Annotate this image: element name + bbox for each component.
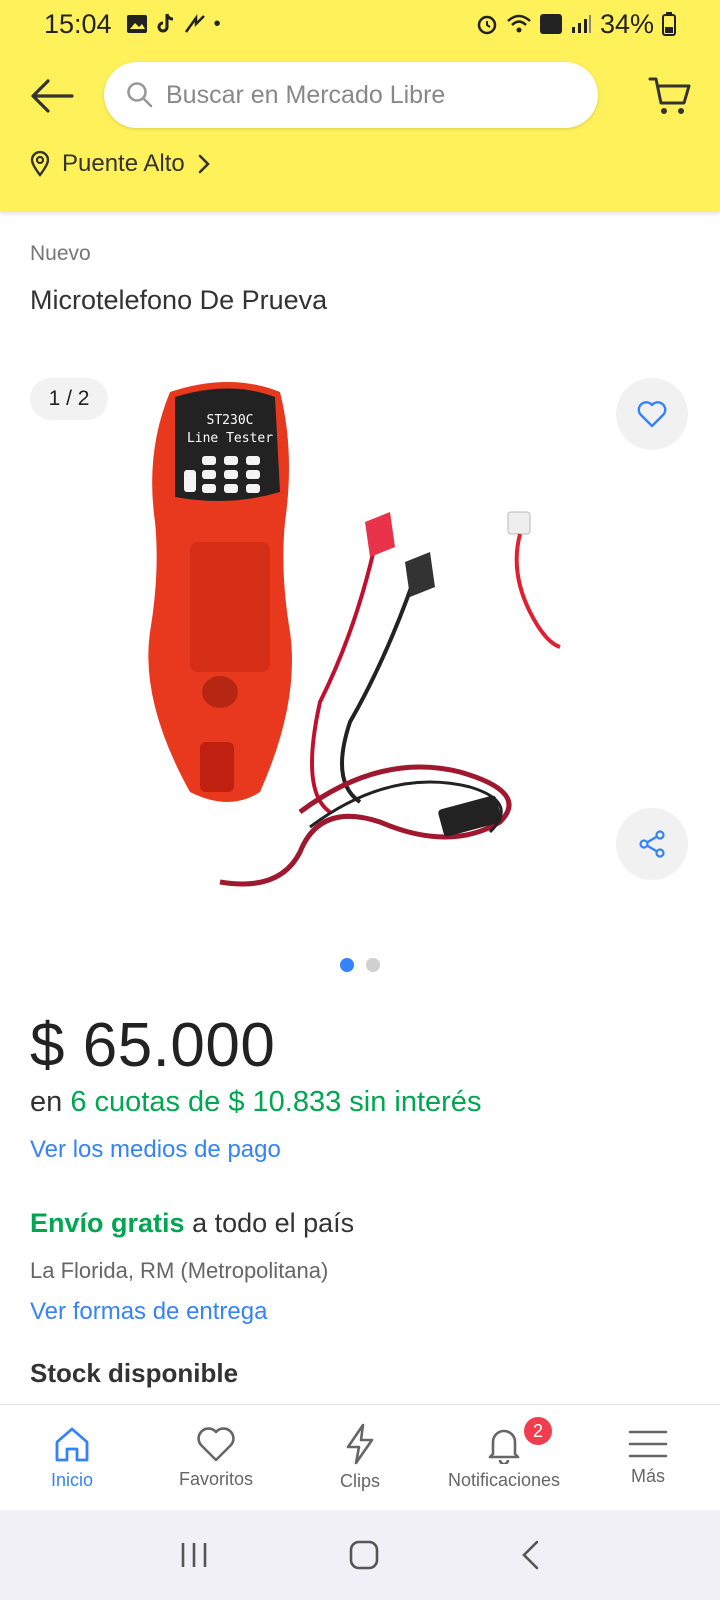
nav-label: Notificaciones	[447, 1470, 561, 1490]
cart-icon	[648, 77, 691, 114]
product-price: $ 65.000	[30, 1011, 276, 1080]
nav-label: Inicio	[50, 1470, 94, 1490]
delivery-options-link[interactable]: Ver formas de entrega	[30, 1298, 267, 1326]
bolt-icon	[346, 1423, 374, 1465]
installments-detail: 6 cuotas de $ 10.833 sin interés	[70, 1086, 482, 1118]
nav-label: Clips	[339, 1471, 380, 1491]
location-selector[interactable]: Puente Alto	[30, 150, 211, 178]
back-nav-icon[interactable]	[519, 1539, 541, 1571]
recent-apps-icon[interactable]	[179, 1540, 209, 1570]
status-right: 34%	[476, 9, 676, 40]
back-arrow-icon	[31, 79, 74, 113]
nav-item-favoritos[interactable]: Favoritos	[144, 1405, 288, 1510]
product-condition: Nuevo	[30, 242, 91, 265]
notification-badge: 2	[522, 1415, 554, 1447]
system-navigation-bar	[0, 1510, 720, 1600]
earpiece	[202, 676, 238, 708]
pagination-dot-active[interactable]	[340, 958, 354, 972]
cell-signal-icon	[571, 15, 591, 33]
dot-icon: •	[213, 12, 221, 35]
chevron-right-icon	[198, 154, 210, 174]
bell-icon	[488, 1429, 520, 1464]
product-gallery[interactable]: 1 / 2 ST230C Line Tester	[0, 362, 720, 922]
tiktok-icon	[157, 13, 173, 33]
free-shipping-label: Envío gratis	[30, 1208, 185, 1238]
home-icon	[55, 1427, 89, 1462]
bottom-navigation: Inicio Favoritos Clips 2 Notificaciones …	[0, 1404, 720, 1510]
share-icon	[639, 830, 665, 858]
battery-icon	[662, 12, 676, 36]
favorite-button[interactable]	[616, 378, 688, 450]
stock-status: Stock disponible	[30, 1358, 239, 1388]
battery-percent: 34%	[599, 8, 654, 39]
share-button[interactable]	[616, 808, 688, 880]
clip-housing	[200, 742, 234, 792]
alarm-icon	[477, 15, 497, 35]
model-label: ST230C	[207, 413, 254, 428]
red-clip	[365, 512, 395, 557]
notification-icons: •	[126, 13, 221, 36]
product-image[interactable]: ST230C Line Tester	[120, 372, 600, 912]
menu-icon	[628, 1430, 668, 1458]
status-bar: 15:04 • 34%	[0, 0, 720, 48]
shipping-origin: La Florida, RM (Metropolitana)	[30, 1258, 329, 1283]
wifi-icon	[507, 14, 531, 33]
installments-prefix: en	[30, 1086, 63, 1118]
red-lead	[310, 521, 382, 814]
shipping-scope: a todo el país	[192, 1208, 355, 1238]
search-icon	[127, 82, 153, 108]
location-pin-icon	[30, 151, 50, 177]
gallery-icon	[126, 15, 147, 33]
tester-label: Line Tester	[187, 431, 273, 446]
nav-item-inicio[interactable]: Inicio	[0, 1405, 144, 1510]
nav-label: Más	[630, 1466, 665, 1486]
black-clip	[405, 552, 435, 597]
nav-item-clips[interactable]: Clips	[288, 1405, 432, 1510]
rj11-connector	[507, 511, 531, 535]
speaker-grille	[190, 542, 270, 672]
home-button-icon[interactable]	[348, 1539, 380, 1571]
image-counter: 1 / 2	[30, 378, 108, 420]
installments-info: en 6 cuotas de $ 10.833 sin interés	[30, 1086, 481, 1119]
top-header: 15:04 • 34% Puente Alto	[0, 0, 720, 212]
red-cable	[514, 533, 561, 649]
signal-arrows-icon	[184, 14, 205, 33]
status-time: 15:04	[44, 8, 112, 39]
voz-wifi-icon	[539, 14, 562, 34]
nav-label: Favoritos	[178, 1469, 254, 1489]
gallery-pagination	[0, 958, 720, 972]
pagination-dot[interactable]	[366, 958, 380, 972]
cart-button[interactable]	[646, 72, 694, 120]
nav-item-notificaciones[interactable]: 2 Notificaciones	[432, 1405, 576, 1510]
location-label: Puente Alto	[62, 150, 185, 177]
nav-item-mas[interactable]: Más	[576, 1405, 720, 1510]
shipping-info: Envío gratis a todo el país	[30, 1208, 354, 1239]
product-title: Microtelefono De Prueva	[30, 285, 328, 315]
search-input[interactable]	[166, 80, 566, 110]
back-button[interactable]	[28, 72, 76, 120]
payment-methods-link[interactable]: Ver los medios de pago	[30, 1136, 281, 1164]
heart-icon	[197, 1427, 235, 1462]
heart-icon	[637, 401, 667, 428]
search-bar[interactable]	[104, 62, 598, 128]
